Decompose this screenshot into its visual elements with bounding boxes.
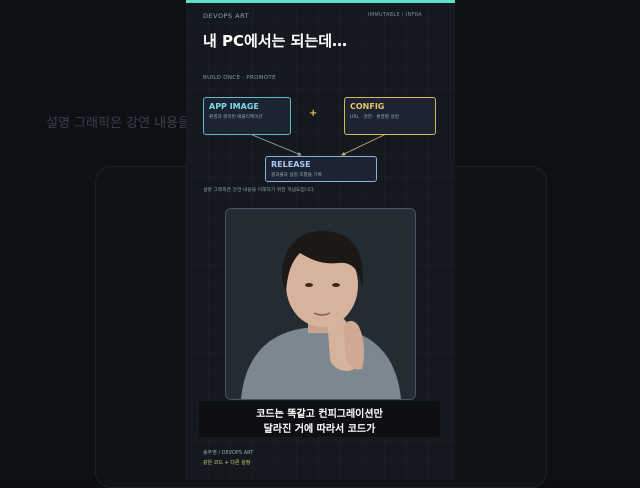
config-box: CONFIG URL · 권한 · 환경별 설정 (344, 97, 436, 135)
release-box: RELEASE 결과물과 설정 조합을 기록 (265, 156, 377, 182)
speaker-image (226, 209, 415, 399)
config-subtitle: URL · 권한 · 환경별 설정 (350, 115, 399, 120)
app-image-subtitle: 환경과 분리된 애플리케이션 (209, 115, 263, 120)
release-title: RELEASE (271, 160, 311, 169)
speaker-video[interactable] (225, 208, 416, 400)
plus-sign: + (309, 108, 318, 119)
app-image-title: APP IMAGE (209, 102, 259, 111)
config-title: CONFIG (350, 102, 385, 111)
subtitle-caption: 코드는 똑같고 컨피그레이션만 달라진 거에 따라서 코드가 (199, 401, 440, 437)
background-ghost-text: 설명 그래픽은 강연 내용을 (46, 116, 190, 131)
arrow-app-to-release (249, 133, 302, 156)
video-panel[interactable]: DEVOPS ART IMMUTABLE / INFRA 내 PC에서는 되는데… (186, 0, 455, 480)
speaker-subtitle: 같은 코드 + 다른 설정 (203, 460, 251, 466)
caption-line-2: 달라진 거에 따라서 코드가 (263, 424, 376, 435)
caption-line-1: 코드는 똑같고 컨피그레이션만 (256, 409, 383, 420)
app-image-box: APP IMAGE 환경과 분리된 애플리케이션 (203, 97, 291, 135)
diagram-note: 설명 그래픽은 강연 내용을 이해하기 위한 개념도입니다. (203, 188, 316, 193)
speaker-name: 송주영 / DEVOPS ART (203, 450, 254, 456)
arrow-config-to-release (341, 133, 387, 156)
release-subtitle: 결과물과 설정 조합을 기록 (271, 173, 322, 178)
